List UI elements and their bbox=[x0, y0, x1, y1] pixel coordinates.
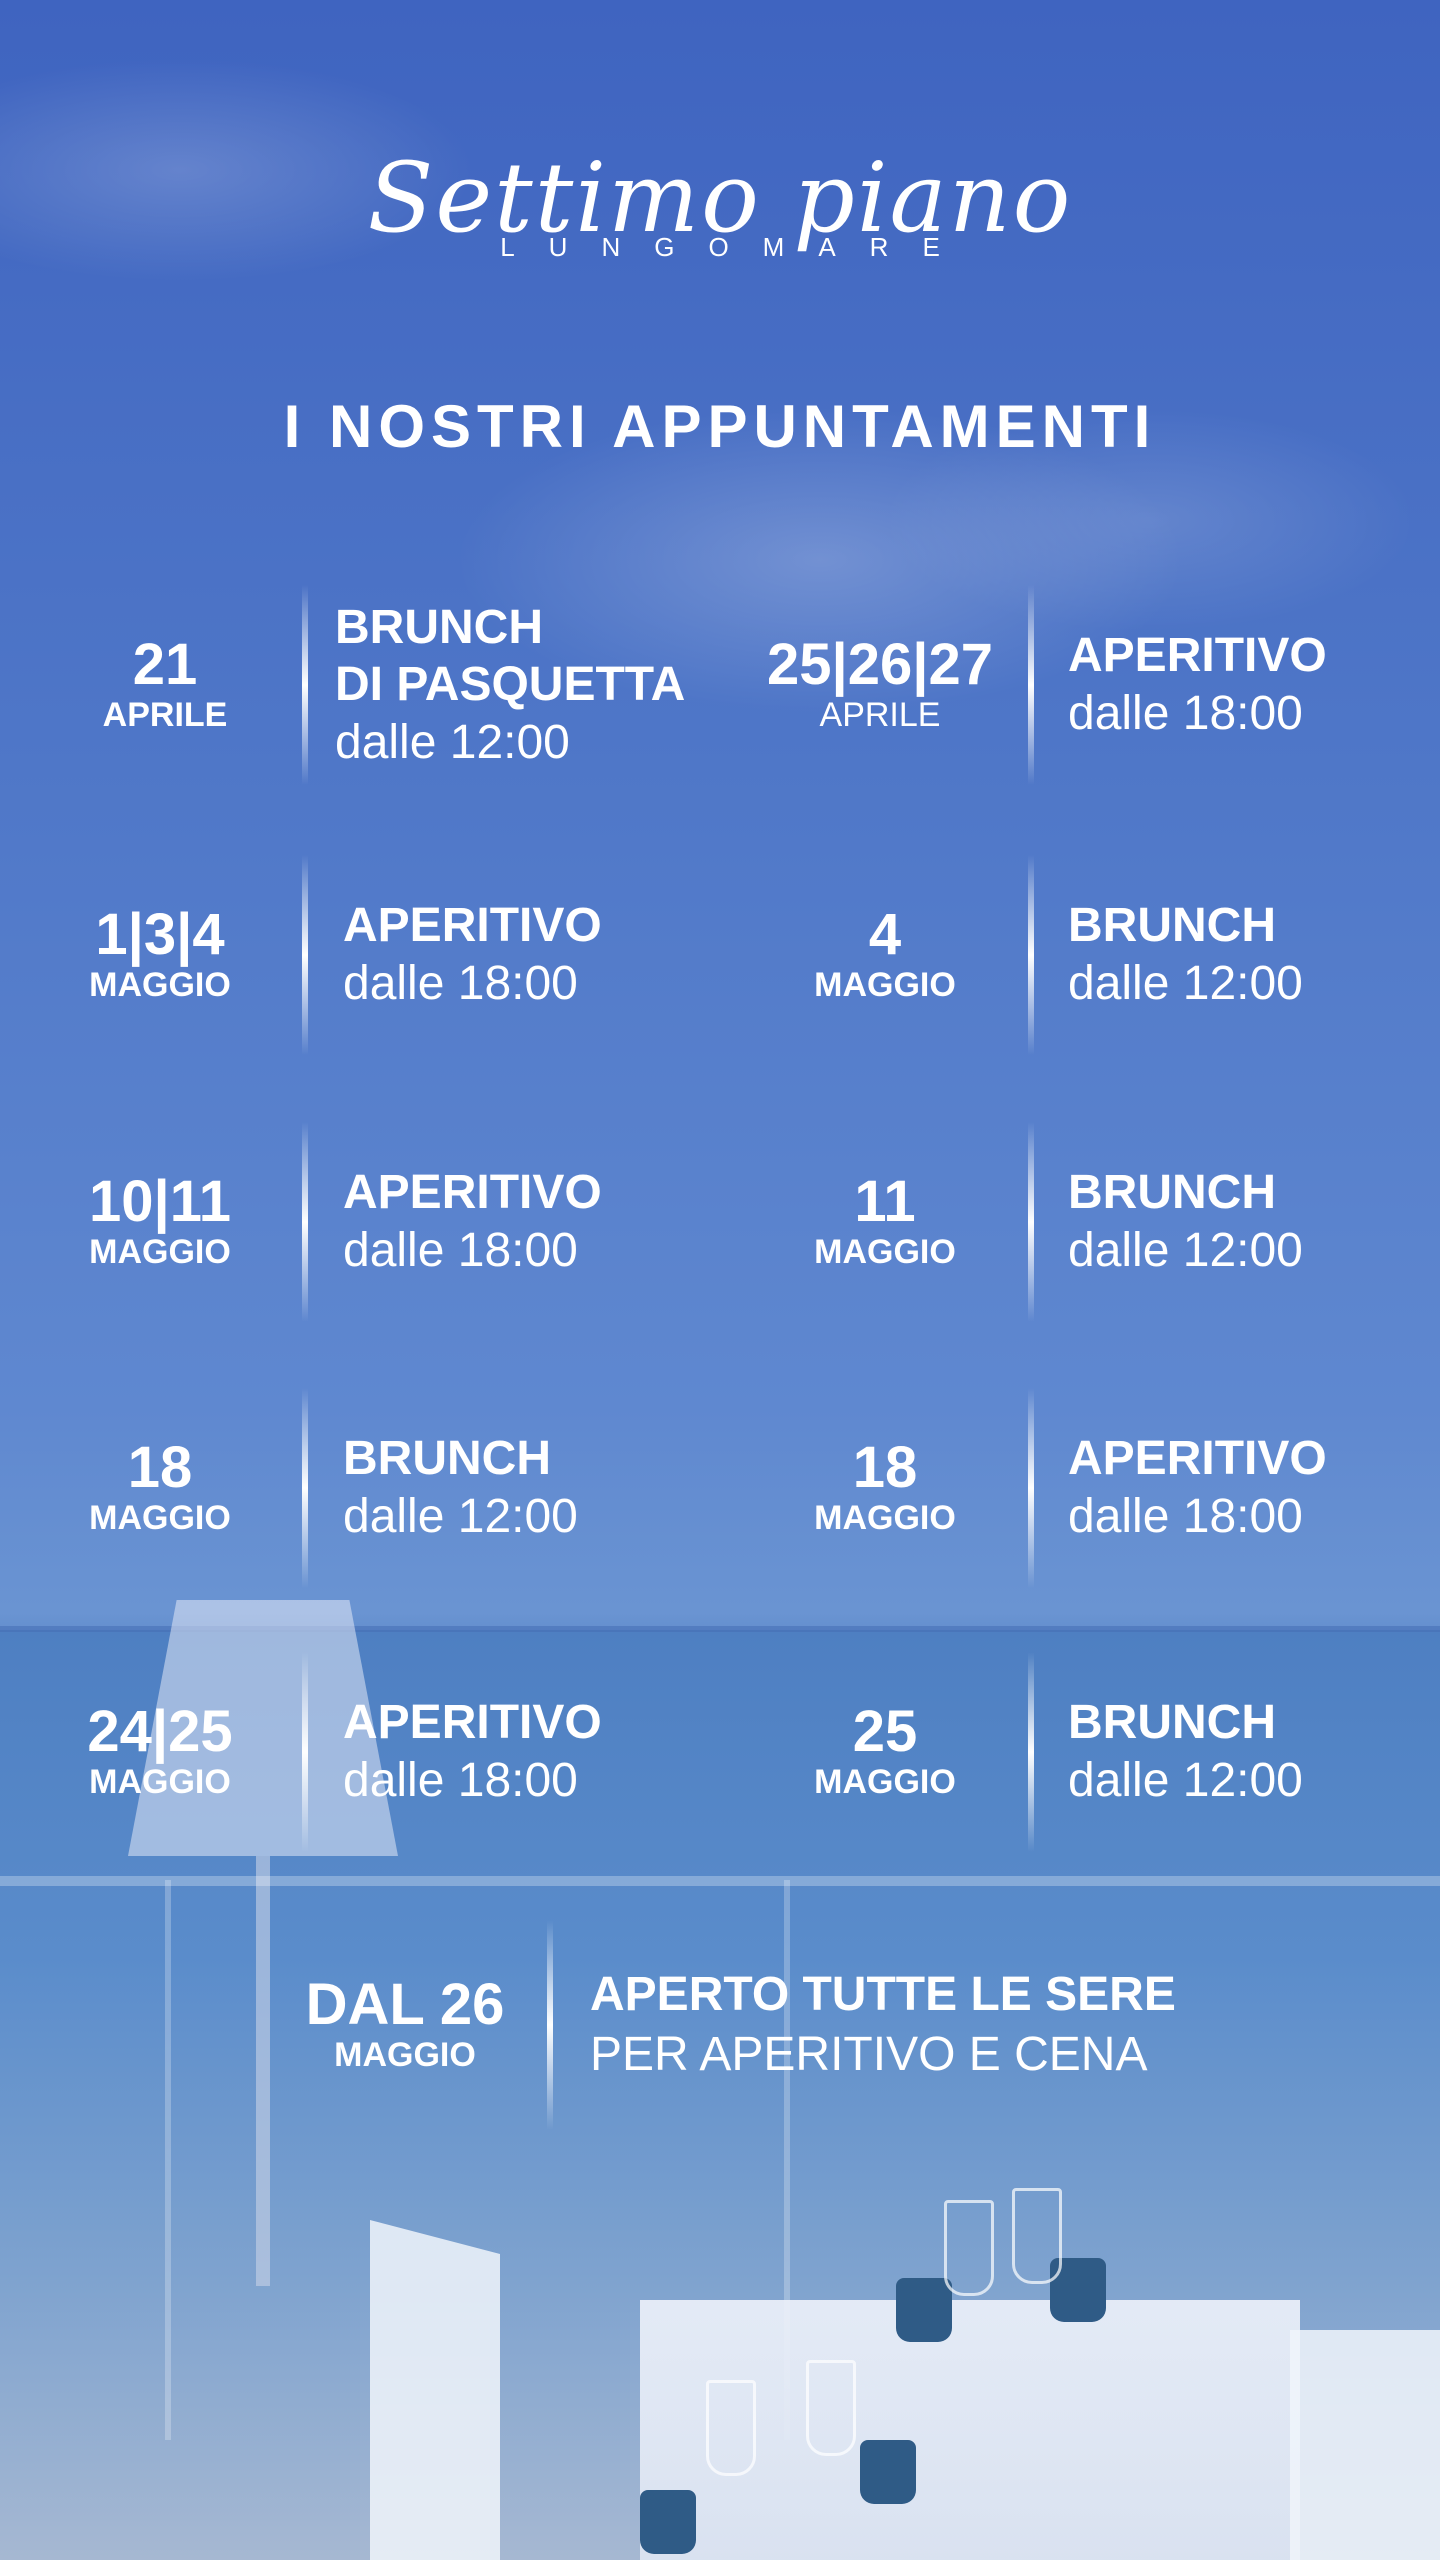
event-month: MAGGIO bbox=[814, 965, 956, 1004]
final-day: DAL 26 bbox=[305, 1972, 505, 2037]
event-time: dalle 18:00 bbox=[343, 1224, 578, 1277]
event-day: 10|11 bbox=[88, 1169, 232, 1234]
final-announcement: DAL 26 MAGGIO APERTO TUTTE LE SERE PER A… bbox=[300, 1920, 1200, 2130]
event-time: dalle 18:00 bbox=[1068, 1490, 1303, 1543]
event-item: 11 MAGGIO BRUNCH dalle 12:00 bbox=[760, 1122, 1400, 1322]
event-info: APERITIVO dalle 18:00 bbox=[1068, 585, 1327, 785]
separator-line bbox=[1028, 855, 1034, 1055]
event-day: 21 bbox=[132, 632, 198, 697]
event-info: BRUNCH dalle 12:00 bbox=[1068, 1652, 1303, 1852]
event-title: BRUNCH bbox=[343, 1432, 551, 1486]
event-date: 11 MAGGIO bbox=[760, 1122, 1010, 1322]
separator-line bbox=[1028, 585, 1034, 785]
event-month: MAGGIO bbox=[814, 1232, 956, 1271]
event-info: BRUNCH DI PASQUETTA dalle 12:00 bbox=[335, 585, 685, 785]
event-item: 18 MAGGIO BRUNCH dalle 12:00 bbox=[35, 1388, 715, 1588]
event-time: dalle 12:00 bbox=[343, 1490, 578, 1543]
event-title: APERITIVO bbox=[343, 899, 602, 953]
event-title: APERITIVO bbox=[343, 1166, 602, 1220]
event-item: 18 MAGGIO APERITIVO dalle 18:00 bbox=[760, 1388, 1400, 1588]
separator-line bbox=[302, 1388, 308, 1588]
event-month: MAGGIO bbox=[89, 1498, 231, 1537]
event-info: APERITIVO dalle 18:00 bbox=[343, 1122, 602, 1322]
event-time: dalle 12:00 bbox=[1068, 1224, 1303, 1277]
event-title: BRUNCH bbox=[1068, 1166, 1276, 1220]
event-date: 10|11 MAGGIO bbox=[35, 1122, 285, 1322]
event-info: BRUNCH dalle 12:00 bbox=[343, 1388, 578, 1588]
event-title: BRUNCH bbox=[1068, 899, 1276, 953]
event-date: 21 APRILE bbox=[40, 585, 290, 785]
event-date: 25 MAGGIO bbox=[760, 1652, 1010, 1852]
separator-line bbox=[1028, 1122, 1034, 1322]
separator-line bbox=[302, 1122, 308, 1322]
final-month: MAGGIO bbox=[334, 2035, 476, 2074]
logo: Settimo piano LUNGOMARE bbox=[0, 150, 1440, 263]
event-title: BRUNCH bbox=[335, 600, 543, 654]
separator-line bbox=[1028, 1652, 1034, 1852]
event-title-line2: DI PASQUETTA bbox=[335, 658, 686, 712]
event-day: 18 bbox=[127, 1435, 193, 1500]
event-info: APERITIVO dalle 18:00 bbox=[343, 1652, 602, 1852]
event-title: BRUNCH bbox=[1068, 1696, 1276, 1750]
event-title: APERITIVO bbox=[1068, 1432, 1327, 1486]
event-month: MAGGIO bbox=[814, 1498, 956, 1537]
event-date: 24|25 MAGGIO bbox=[35, 1652, 285, 1852]
event-time: dalle 18:00 bbox=[343, 1754, 578, 1807]
event-day: 18 bbox=[852, 1435, 918, 1500]
event-month: APRILE bbox=[102, 695, 228, 734]
separator-line bbox=[302, 855, 308, 1055]
event-day: 25 bbox=[852, 1699, 918, 1764]
event-info: APERITIVO dalle 18:00 bbox=[343, 855, 602, 1055]
event-time: dalle 12:00 bbox=[1068, 1754, 1303, 1807]
event-date: 1|3|4 MAGGIO bbox=[35, 855, 285, 1055]
final-info: APERTO TUTTE LE SERE PER APERITIVO E CEN… bbox=[590, 1920, 1176, 2130]
event-date: 18 MAGGIO bbox=[35, 1388, 285, 1588]
event-item: 21 APRILE BRUNCH DI PASQUETTA dalle 12:0… bbox=[40, 585, 720, 785]
event-item: 24|25 MAGGIO APERITIVO dalle 18:00 bbox=[35, 1652, 715, 1852]
event-time: dalle 18:00 bbox=[343, 957, 578, 1010]
separator-line bbox=[547, 1920, 553, 2130]
event-info: BRUNCH dalle 12:00 bbox=[1068, 855, 1303, 1055]
final-line1: APERTO TUTTE LE SERE bbox=[590, 1968, 1176, 2021]
event-time: dalle 12:00 bbox=[1068, 957, 1303, 1010]
event-day: 4 bbox=[868, 902, 902, 967]
event-month: MAGGIO bbox=[814, 1762, 956, 1801]
final-line2: PER APERITIVO E CENA bbox=[590, 2028, 1148, 2081]
event-month: MAGGIO bbox=[89, 1232, 231, 1271]
event-item: 25|26|27 APRILE APERITIVO dalle 18:00 bbox=[755, 585, 1395, 785]
event-item: 4 MAGGIO BRUNCH dalle 12:00 bbox=[760, 855, 1400, 1055]
logo-subtitle: LUNGOMARE bbox=[500, 232, 974, 262]
event-month: APRILE bbox=[819, 695, 941, 734]
event-title: APERITIVO bbox=[1068, 629, 1327, 683]
event-date: 25|26|27 APRILE bbox=[755, 585, 1005, 785]
page-title: I NOSTRI APPUNTAMENTI bbox=[283, 393, 1157, 460]
event-item: 25 MAGGIO BRUNCH dalle 12:00 bbox=[760, 1652, 1400, 1852]
event-info: BRUNCH dalle 12:00 bbox=[1068, 1122, 1303, 1322]
separator-line bbox=[1028, 1388, 1034, 1588]
event-info: APERITIVO dalle 18:00 bbox=[1068, 1388, 1327, 1588]
event-day: 11 bbox=[854, 1169, 916, 1234]
separator-line bbox=[302, 1652, 308, 1852]
final-date: DAL 26 MAGGIO bbox=[300, 1920, 510, 2130]
event-day: 24|25 bbox=[87, 1699, 233, 1764]
event-date: 4 MAGGIO bbox=[760, 855, 1010, 1055]
event-title: APERITIVO bbox=[343, 1696, 602, 1750]
event-month: MAGGIO bbox=[89, 965, 231, 1004]
event-item: 1|3|4 MAGGIO APERITIVO dalle 18:00 bbox=[35, 855, 715, 1055]
event-date: 18 MAGGIO bbox=[760, 1388, 1010, 1588]
event-day: 1|3|4 bbox=[95, 902, 225, 967]
event-month: MAGGIO bbox=[89, 1762, 231, 1801]
event-time: dalle 18:00 bbox=[1068, 687, 1303, 740]
event-day: 25|26|27 bbox=[767, 632, 993, 697]
poster-content: Settimo piano LUNGOMARE I NOSTRI APPUNTA… bbox=[0, 0, 1440, 2560]
event-time: dalle 12:00 bbox=[335, 715, 570, 769]
event-item: 10|11 MAGGIO APERITIVO dalle 18:00 bbox=[35, 1122, 715, 1322]
separator-line bbox=[302, 585, 308, 785]
